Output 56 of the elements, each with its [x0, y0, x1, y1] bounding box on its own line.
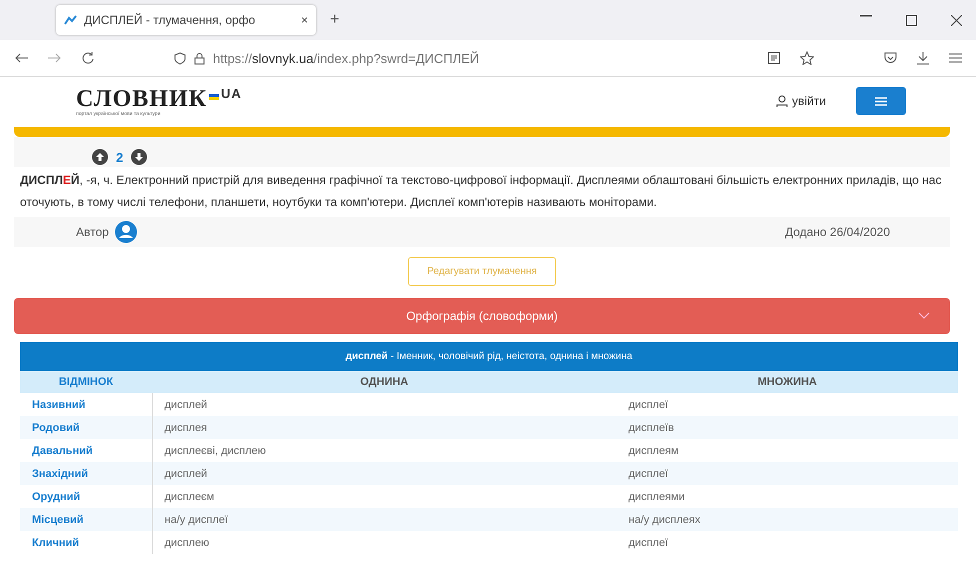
column-header: МНОЖИНА — [616, 371, 958, 393]
back-icon[interactable] — [14, 53, 28, 63]
close-tab-icon[interactable]: × — [300, 13, 308, 27]
upvote-icon[interactable] — [92, 149, 108, 165]
added-date: Додано 26/04/2020 — [784, 225, 890, 239]
table-cell: дисплеї — [616, 531, 958, 554]
user-icon — [776, 95, 788, 107]
table-cell: Родовий — [20, 416, 152, 439]
definition-text: ДИСПЛЕЙ, -я, ч. Електронний пристрій для виведення графічної та текстово-цифрової інформації. Дисплеями облаштовані більшість електронних приладів, що нас оточують, в тому числі телефони, планшети, ноутбуки та комп'ютери. Дисплеї комп'ютерів називають моніторами. — [14, 167, 950, 217]
table-cell: дисплей — [152, 462, 616, 485]
table-cell: дисплею — [152, 531, 616, 554]
favicon-icon — [64, 15, 78, 25]
table-cell: на/у дисплеях — [616, 508, 958, 531]
flag-icon — [209, 94, 220, 100]
downvote-icon[interactable] — [131, 149, 148, 165]
column-header: ОДНИНА — [152, 371, 616, 393]
table-cell: Орудний — [20, 485, 152, 508]
shield-icon[interactable] — [174, 52, 186, 64]
table-cell: дисплеї — [616, 393, 958, 416]
column-header: ВІДМІНОК — [20, 371, 152, 393]
table-cell: Знахідний — [20, 462, 152, 485]
table-cell: дисплеями — [616, 485, 958, 508]
minimize-icon[interactable] — [860, 14, 872, 16]
chevron-icon — [918, 312, 930, 319]
table-cell: дисплеїв — [616, 416, 958, 439]
table-caption: дисплей - Іменник, чоловічий рід, неістота, однина і множина — [20, 342, 958, 371]
download-icon[interactable] — [917, 52, 929, 64]
table-cell: Давальний — [20, 439, 152, 462]
star-icon[interactable] — [800, 51, 814, 65]
pocket-icon[interactable] — [884, 52, 897, 64]
reader-view-icon[interactable] — [768, 52, 780, 64]
menu-icon — [875, 96, 887, 106]
logo-suffix: UA — [221, 86, 242, 100]
login-button[interactable]: увійти — [770, 93, 832, 109]
lock-icon[interactable] — [194, 52, 205, 64]
table-cell: Місцевий — [20, 508, 152, 531]
author-label: Автор — [76, 225, 109, 239]
table-cell: Кличний — [20, 531, 152, 554]
menu-icon[interactable] — [949, 53, 962, 63]
table-cell: на/у дисплеї — [152, 508, 616, 531]
maximize-icon[interactable] — [906, 14, 917, 26]
table-cell: дисплея — [152, 416, 616, 439]
spelling-accordion[interactable]: Орфографія (словоформи) — [14, 298, 950, 334]
user-avatar-icon[interactable] — [114, 221, 137, 243]
new-tab-button[interactable]: + — [330, 11, 340, 29]
table-cell: дисплеям — [616, 439, 958, 462]
url-text[interactable]: https://slovnyk.ua/index.php?swrd=ДИСПЛЕЙ — [213, 50, 480, 66]
tab-title: ДИСПЛЕЙ - тлумачення, орфо — [84, 13, 256, 27]
menu-button[interactable] — [856, 87, 906, 115]
table-cell: дисплеї — [616, 462, 958, 485]
reload-icon[interactable] — [82, 52, 94, 64]
table-cell: Називний — [20, 393, 152, 416]
browser-tab[interactable]: ДИСПЛЕЙ - тлумачення, орфо × — [56, 5, 316, 35]
vote-count: 2 — [116, 150, 124, 164]
logo-text[interactable]: СЛОВНИК — [76, 86, 208, 112]
close-icon[interactable] — [951, 14, 962, 26]
